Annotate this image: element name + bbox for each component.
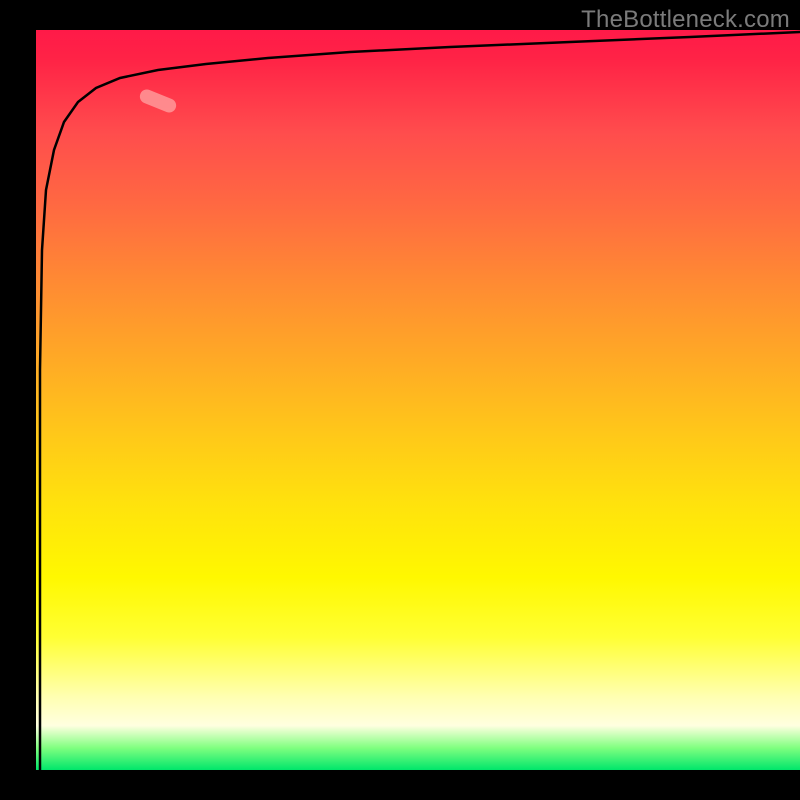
watermark-label: TheBottleneck.com [581, 6, 790, 34]
bottleneck-curve [30, 30, 800, 770]
chart-plot-area [30, 30, 800, 770]
